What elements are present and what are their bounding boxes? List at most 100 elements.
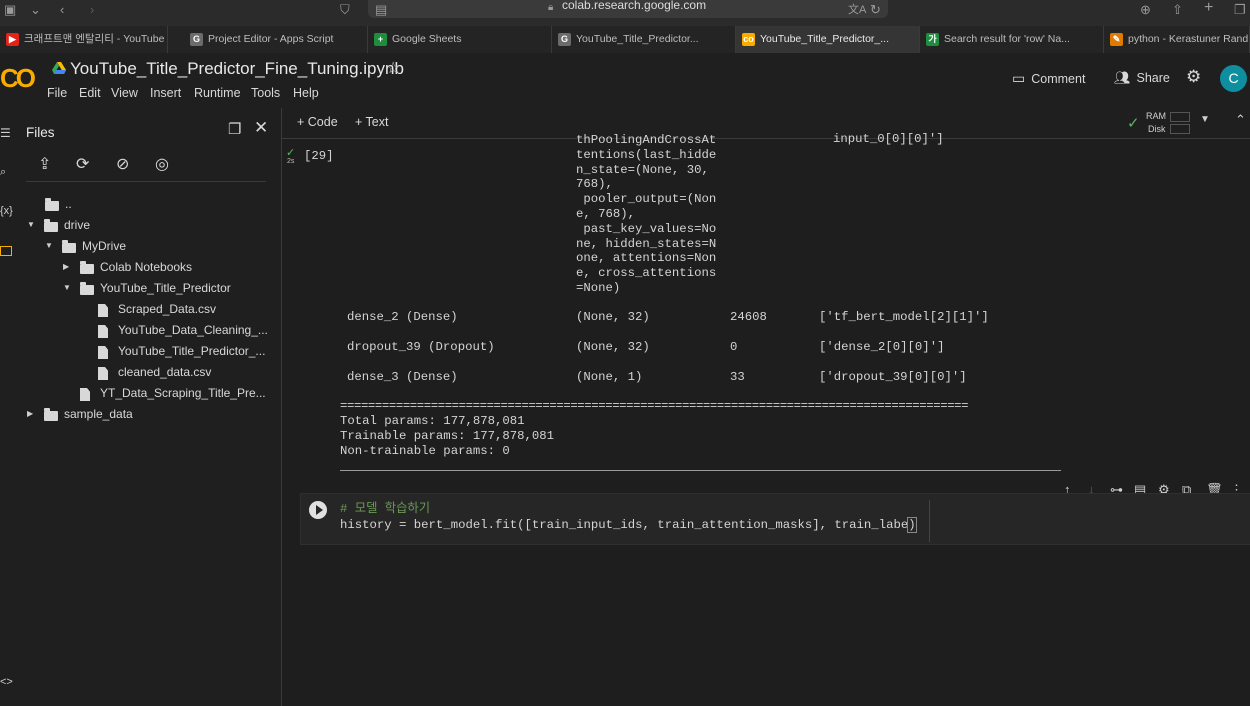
chevron-down-icon[interactable]: ⌄ [30,2,41,18]
file-tree-item[interactable]: YouTube_Title_Predictor_... [118,344,265,358]
exec-time: 2s [287,158,295,165]
file-tree-item[interactable]: Scraped_Data.csv [118,302,216,316]
colab-logo[interactable]: CO [0,63,36,94]
refresh-folder-icon[interactable]: ⟳ [76,154,89,174]
layer-connected: ['dropout_39[0][0]'] [819,370,967,384]
open-in-tab-icon[interactable]: ❐ [228,120,241,138]
output-line: 768), [576,177,613,192]
chevron-up-icon[interactable]: ⌃ [1235,112,1246,128]
new-tab-icon[interactable]: + [1204,0,1213,16]
layer-connected: ['tf_bert_model[2][1]'] [819,310,989,324]
tab-2[interactable]: G Project Editor - Apps Script [184,26,368,53]
unmount-drive-icon[interactable]: ⊘ [116,154,129,174]
reload-icon[interactable]: ↻ [870,2,881,18]
menu-runtime[interactable]: Runtime [194,86,241,100]
caret-right-icon[interactable]: ▶ [63,262,69,271]
file-tree-item[interactable]: drive [64,218,90,232]
variables-icon[interactable]: {x} [0,205,13,217]
code-bracket-match: ) [907,517,917,533]
disk-label: Disk [1148,124,1166,134]
file-icon [98,367,108,380]
menu-file[interactable]: File [47,86,67,100]
code-text: history = bert_model.fit([train_input_id… [340,518,909,532]
menu-help[interactable]: Help [293,86,319,100]
tab-7[interactable]: ✎ python - Kerastuner Rand... [1104,26,1250,53]
file-tree-item[interactable]: cleaned_data.csv [118,365,211,379]
tab-6[interactable]: 가 Search result for 'row' Na... [920,26,1104,53]
sidebar-toggle-icon[interactable]: ▣ [4,2,16,18]
close-icon[interactable]: ✕ [254,118,268,138]
add-code-button[interactable]: + Code [297,115,338,129]
caret-right-icon[interactable]: ▶ [27,409,33,418]
menu-tools[interactable]: Tools [251,86,280,100]
share-button[interactable]: 👥︎ Share [1114,70,1170,86]
file-tree-item[interactable]: YT_Data_Scraping_Title_Pre... [100,386,266,400]
ram-meter[interactable] [1170,112,1190,122]
url-text[interactable]: colab.research.google.com [562,0,762,12]
tab-5[interactable]: co YouTube_Title_Predictor_... [736,26,920,53]
file-tree-item[interactable]: Colab Notebooks [100,260,192,274]
tab-4[interactable]: G YouTube_Title_Predictor... [552,26,736,53]
download-icon[interactable]: ⊕ [1140,2,1151,18]
chevron-down-icon[interactable]: ▼ [1200,114,1210,125]
disk-meter[interactable] [1170,124,1190,134]
caret-down-icon[interactable]: ▼ [27,220,35,229]
file-tree-item[interactable]: .. [65,197,72,211]
folder-icon [80,261,94,274]
caret-down-icon[interactable]: ▼ [63,283,71,292]
menu-view[interactable]: View [111,86,138,100]
file-icon [98,304,108,317]
tab-label: Project Editor - Apps Script [208,33,334,45]
back-icon[interactable]: ‹ [60,2,64,18]
code-snippets-icon[interactable]: <> [0,676,13,688]
total-params: Total params: 177,878,081 [340,414,525,428]
search-icon[interactable]: ⌕ [0,166,6,179]
add-text-button[interactable]: + Text [355,115,388,129]
shield-icon[interactable]: ⛉ [340,2,350,18]
tab-label: 크래프트맨 엔탈리티 - YouTube [24,33,165,45]
tab-favicon-icon: co [742,33,755,46]
notebook-title[interactable]: YouTube_Title_Predictor_Fine_Tuning.ipyn… [70,59,404,79]
forward-icon[interactable]: › [90,2,94,18]
google-drive-icon [52,62,66,74]
caret-down-icon[interactable]: ▼ [45,241,53,250]
non-trainable-params: Non-trainable params: 0 [340,444,510,458]
menu-edit[interactable]: Edit [79,86,101,100]
output-line: ne, hidden_states=N [576,236,717,251]
folder-icon[interactable] [0,246,12,256]
layer-connected: ['dense_2[0][0]'] [819,340,945,354]
folder-icon [45,198,59,211]
translate-icon[interactable]: 文A [848,2,866,18]
share-label: Share [1136,71,1170,85]
menu-icon[interactable]: ☰ [0,126,11,140]
file-icon [98,325,108,338]
file-tree-item[interactable]: sample_data [64,407,133,421]
tab-overview-icon[interactable]: ❐ [1234,2,1246,18]
output-line: e, 768), [576,207,636,221]
star-icon[interactable]: ☆ [386,58,400,78]
run-cell-button[interactable] [309,501,327,519]
layer-params: 0 [730,340,738,354]
colab-header: CO YouTube_Title_Predictor_Fine_Tuning.i… [0,53,1250,109]
avatar[interactable]: C [1220,65,1247,92]
file-icon [98,346,108,359]
gear-icon[interactable]: ⚙ [1186,67,1201,87]
checkmark-icon: ✓ [1127,115,1140,132]
code-line[interactable]: history = bert_model.fit([train_input_id… [340,517,917,533]
comment-button[interactable]: ▭ Comment [1012,70,1085,87]
hide-files-icon[interactable]: ◎ [155,154,169,174]
file-tree-item[interactable]: YouTube_Data_Cleaning_... [118,323,268,337]
upload-icon[interactable]: ⇪ [38,154,51,174]
file-tree-item[interactable]: MyDrive [82,239,126,253]
menu-insert[interactable]: Insert [150,86,181,100]
output-line: tentions(last_hidde [576,147,717,162]
share-page-icon[interactable]: ⇧ [1172,2,1183,18]
layer-params: 33 [730,370,745,384]
tab-label: python - Kerastuner Rand... [1128,33,1250,45]
tab-3[interactable]: + Google Sheets [368,26,552,53]
tab-1[interactable]: ▶ 크래프트맨 엔탈리티 - YouTube [0,26,168,53]
file-tree-item[interactable]: YouTube_Title_Predictor [100,281,231,295]
trainable-params: Trainable params: 177,878,081 [340,429,555,443]
folder-icon [44,408,58,421]
files-panel: Files ❐ ✕ ⇪ ⟳ ⊘ ◎ .. ▼ drive ▼ MyDrive ▶ Colab… [14,108,282,706]
